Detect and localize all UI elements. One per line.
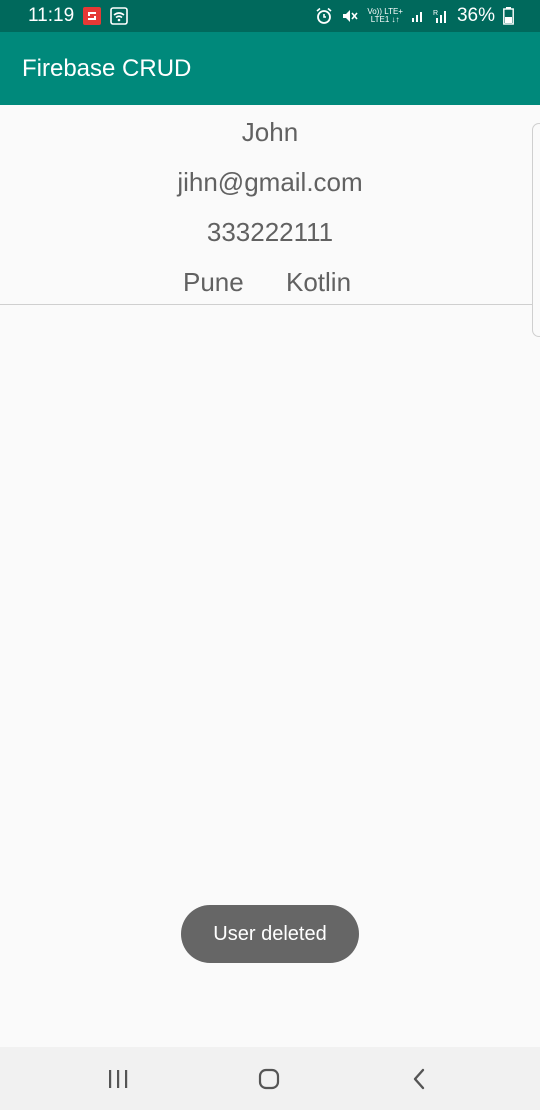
user-list[interactable]: John jihn@gmail.com 333222111 Pune Kotli…	[0, 105, 540, 337]
list-item[interactable]: John jihn@gmail.com 333222111 Pune Kotli…	[0, 105, 540, 305]
home-button[interactable]	[247, 1059, 291, 1099]
navigation-bar	[0, 1047, 540, 1110]
status-bar-right: Vo)) LTE+ LTE1 ↓↑ R 36%	[315, 5, 514, 27]
scroll-indicator[interactable]	[532, 123, 540, 337]
user-email: jihn@gmail.com	[177, 167, 363, 197]
network-type-bottom: LTE1 ↓↑	[370, 15, 400, 24]
signal-roaming-icon: R	[433, 10, 446, 23]
svg-text:R: R	[433, 10, 438, 17]
recent-apps-button[interactable]	[96, 1059, 140, 1099]
back-icon	[413, 1068, 425, 1090]
toast-text: User deleted	[213, 922, 327, 945]
recent-apps-icon	[109, 1070, 128, 1088]
app-bar: Firebase CRUD	[0, 32, 540, 105]
back-button[interactable]	[398, 1059, 442, 1099]
toast-message: User deleted	[181, 905, 359, 963]
battery-icon	[503, 7, 514, 25]
status-bar-left: 11:19	[28, 5, 128, 27]
user-course: Kotlin	[286, 267, 352, 297]
status-time: 11:19	[28, 5, 75, 26]
user-name: John	[241, 117, 299, 147]
user-phone: 333222111	[206, 217, 334, 247]
home-icon	[258, 1068, 280, 1090]
app-title: Firebase CRUD	[22, 54, 192, 82]
user-city: Pune	[183, 267, 244, 297]
network-type: Vo)) LTE+ LTE1 ↓↑	[367, 8, 403, 24]
signal-icon	[411, 12, 422, 22]
battery-percent: 36%	[456, 5, 495, 26]
notification-app-icon	[83, 7, 102, 25]
status-bar: 11:19 Vo)) LTE+ LTE1 ↓↑ R 36%	[0, 0, 540, 32]
wifi-icon	[110, 7, 128, 25]
alarm-icon	[316, 7, 332, 24]
mute-icon	[343, 10, 358, 22]
